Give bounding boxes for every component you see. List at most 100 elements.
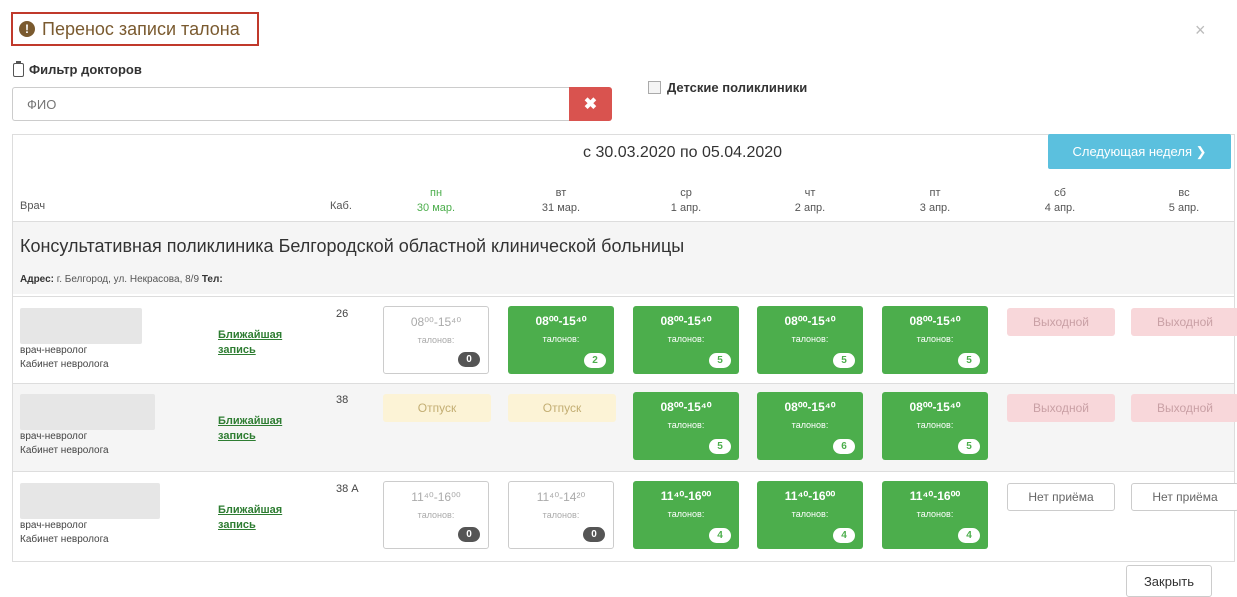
close-icon[interactable]: × [1195, 20, 1206, 41]
address-label: Адрес: [20, 274, 54, 285]
slot-time: 08⁰⁰-15⁴⁰ [784, 400, 836, 414]
slot-cell[interactable]: 11⁴⁰-14²⁰ талонов: 0 [508, 481, 614, 549]
doctor-role: врач-невролог [20, 520, 88, 531]
slot-cell[interactable]: 08⁰⁰-15⁴⁰ талонов: 5 [882, 392, 988, 460]
day-name: вс [1178, 187, 1190, 199]
row-divider [12, 296, 1235, 297]
nearest-line-1[interactable]: Ближайшая [218, 503, 282, 518]
doctor-info: врач-невролог Кабинет невролога [20, 344, 109, 372]
day-header: вс 5 апр. [1131, 186, 1237, 216]
day-header: сб 4 апр. [1007, 186, 1113, 216]
clinic-name: Консультативная поликлиника Белгородской… [20, 236, 685, 256]
day-date: 5 апр. [1168, 202, 1200, 214]
slot-cell[interactable]: 08⁰⁰-15⁴⁰ талонов: 6 [757, 392, 863, 460]
slot-label: талонов: [417, 510, 455, 520]
slot-time: 11⁴⁰-16⁰⁰ [784, 489, 836, 503]
close-button[interactable]: Закрыть [1126, 565, 1212, 597]
slot-time: 11⁴⁰-16⁰⁰ [411, 490, 461, 504]
day-name: пн [429, 187, 443, 199]
slot-time: 08⁰⁰-15⁴⁰ [909, 400, 961, 414]
next-week-button[interactable]: Следующая неделя ❯ [1048, 134, 1231, 169]
doctor-role: врач-невролог [20, 431, 88, 442]
slot-time: 08⁰⁰-15⁴⁰ [660, 314, 712, 328]
slot-label: талонов: [916, 334, 954, 344]
day-date: 30 мар. [416, 202, 456, 214]
day-off-badge: Выходной [1007, 308, 1115, 336]
nearest-appointment-link[interactable]: Ближайшая запись [218, 328, 282, 358]
nearest-appointment-link[interactable]: Ближайшая запись [218, 503, 282, 533]
doctor-photo [20, 483, 160, 519]
day-name: вт [555, 187, 567, 199]
clinic-address: Адрес: г. Белгород, ул. Некрасова, 8/9 Т… [20, 274, 223, 285]
slot-label: талонов: [916, 509, 954, 519]
vacation-badge: Отпуск [383, 394, 491, 422]
no-reception-badge: Нет приёма [1007, 483, 1115, 511]
slot-cell[interactable]: 08⁰⁰-15⁴⁰ талонов: 0 [383, 306, 489, 374]
nearest-appointment-link[interactable]: Ближайшая запись [218, 414, 282, 444]
cabinet-number: 38 А [336, 483, 359, 495]
tel-label: Тел: [201, 274, 223, 285]
doctor-info: врач-невролог Кабинет невролога [20, 430, 109, 458]
day-date: 3 апр. [919, 202, 951, 214]
day-date: 2 апр. [794, 202, 826, 214]
slot-cell[interactable]: 08⁰⁰-15⁴⁰ талонов: 5 [757, 306, 863, 374]
row-divider [12, 471, 1235, 472]
doctor-photo [20, 394, 155, 430]
kids-clinics-checkbox[interactable]: Детские поликлиники [648, 80, 807, 95]
slot-count-badge: 5 [958, 439, 980, 454]
day-off-badge: Выходной [1131, 308, 1237, 336]
day-date: 4 апр. [1044, 202, 1076, 214]
slot-cell[interactable]: 08⁰⁰-15⁴⁰ талонов: 5 [633, 392, 739, 460]
nearest-line-1[interactable]: Ближайшая [218, 414, 282, 429]
nearest-line-2[interactable]: запись [218, 429, 282, 444]
slot-count-badge: 2 [584, 353, 606, 368]
slot-label: талонов: [667, 509, 705, 519]
info-icon: ! [19, 21, 35, 37]
slot-cell[interactable]: 08⁰⁰-15⁴⁰ талонов: 5 [882, 306, 988, 374]
column-doctor: Врач [20, 200, 46, 212]
nearest-line-2[interactable]: запись [218, 518, 282, 533]
doctor-room: Кабинет невролога [20, 359, 109, 370]
day-name: чт [804, 187, 816, 199]
slot-label: талонов: [417, 335, 455, 345]
slot-cell[interactable]: 11⁴⁰-16⁰⁰ талонов: 0 [383, 481, 489, 549]
day-header: пн 30 мар. [383, 186, 489, 216]
day-date: 1 апр. [670, 202, 702, 214]
slot-cell[interactable]: 11⁴⁰-16⁰⁰ талонов: 4 [882, 481, 988, 549]
slot-time: 08⁰⁰-15⁴⁰ [535, 314, 587, 328]
slot-count-badge: 0 [458, 352, 480, 367]
nearest-line-1[interactable]: Ближайшая [218, 328, 282, 343]
slot-count-badge: 0 [458, 527, 480, 542]
slot-label: талонов: [916, 420, 954, 430]
doctor-filter-text: Фильтр докторов [29, 62, 142, 77]
address-value: г. Белгород, ул. Некрасова, 8/9 [56, 274, 200, 285]
checkbox-box[interactable] [648, 81, 661, 94]
row-divider [12, 561, 1235, 562]
clear-filter-button[interactable]: ✖ [569, 87, 612, 121]
slot-cell[interactable]: 11⁴⁰-16⁰⁰ талонов: 4 [633, 481, 739, 549]
modal-title-text: Перенос записи талона [42, 18, 240, 39]
day-header: чт 2 апр. [757, 186, 863, 216]
day-name: сб [1054, 187, 1066, 199]
slot-cell[interactable]: 11⁴⁰-16⁰⁰ талонов: 4 [757, 481, 863, 549]
fio-search-input[interactable] [12, 87, 569, 121]
doctor-room: Кабинет невролога [20, 445, 109, 456]
modal-title: ! Перенос записи талона [11, 12, 259, 46]
slot-count-badge: 4 [709, 528, 731, 543]
slot-time: 08⁰⁰-15⁴⁰ [410, 315, 462, 329]
day-header: вт 31 мар. [508, 186, 614, 216]
slot-label: талонов: [542, 334, 580, 344]
day-name: ср [680, 187, 692, 199]
slot-count-badge: 5 [958, 353, 980, 368]
doctor-info: врач-невролог Кабинет невролога [20, 519, 109, 547]
nearest-line-2[interactable]: запись [218, 343, 282, 358]
day-header: ср 1 апр. [633, 186, 739, 216]
day-off-badge: Выходной [1131, 394, 1237, 422]
slot-count-badge: 4 [958, 528, 980, 543]
slot-time: 11⁴⁰-16⁰⁰ [660, 489, 712, 503]
no-reception-badge: Нет приёма [1131, 483, 1237, 511]
slot-cell[interactable]: 08⁰⁰-15⁴⁰ талонов: 5 [633, 306, 739, 374]
slot-label: талонов: [667, 420, 705, 430]
slot-cell[interactable]: 08⁰⁰-15⁴⁰ талонов: 2 [508, 306, 614, 374]
slot-label: талонов: [791, 509, 829, 519]
